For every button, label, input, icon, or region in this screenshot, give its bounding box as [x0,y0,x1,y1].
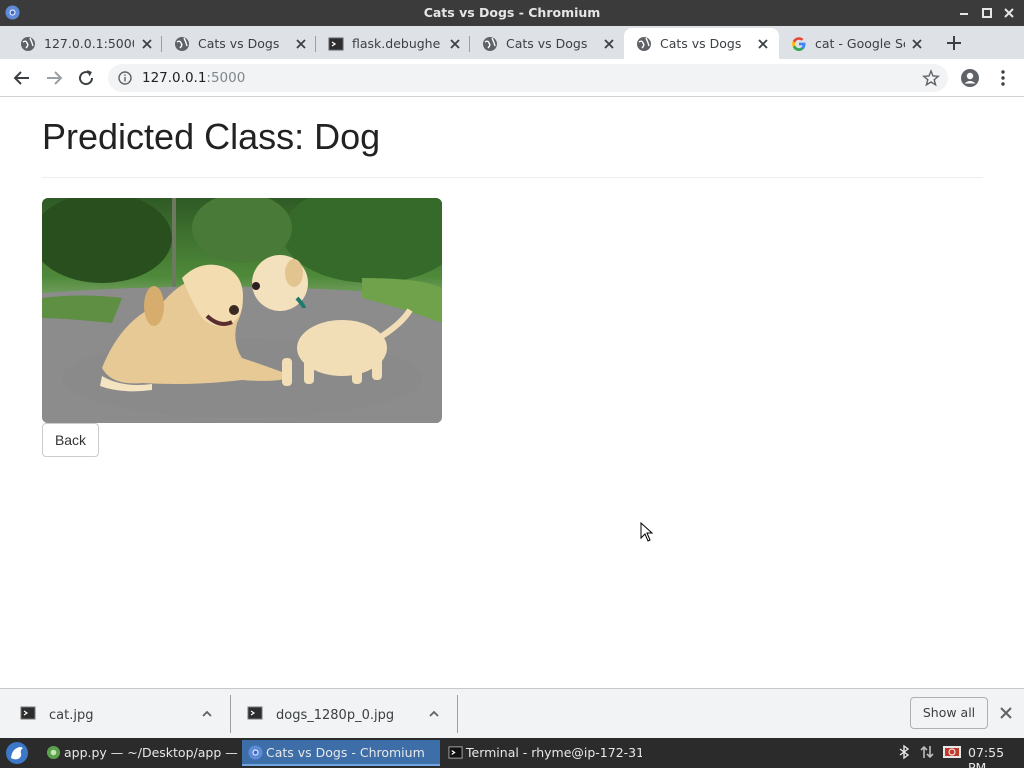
tab[interactable]: flask.debughelp [316,28,470,59]
window-title: Cats vs Dogs - Chromium [423,5,601,20]
globe-icon [637,37,651,51]
battery-icon[interactable] [942,744,962,760]
download-item[interactable]: cat.jpg [0,695,230,733]
taskbar-app-terminal[interactable]: Terminal - rhyme@ip-172-31... [442,740,642,766]
mouse-pointer-icon [640,522,654,542]
url-text: 127.0.0.1:5000 [142,70,245,86]
taskbar-clock: 07:55 PM [968,745,1005,768]
forward-arrow-icon[interactable] [44,68,64,88]
bluetooth-icon[interactable] [896,744,912,760]
taskbar-task-label: app.py — ~/Desktop/app — ... [64,745,240,760]
globe-icon [175,37,189,51]
tab-active[interactable]: Cats vs Dogs [624,28,779,59]
tab-label: Cats vs Dogs [198,36,280,51]
bookmark-star-icon[interactable] [922,69,940,87]
terminal-icon [328,37,344,51]
tab-label: 127.0.0.1:5000 [44,36,134,51]
window-titlebar: Cats vs Dogs - Chromium [0,0,1024,26]
taskbar-task-label: Cats vs Dogs - Chromium [266,745,425,760]
dog-photo [42,198,442,423]
tab-label: flask.debughelp [352,36,440,51]
url-host: 127.0.0.1 [142,70,207,86]
tab[interactable]: Cats vs Dogs [470,28,624,59]
tab-label: Cats vs Dogs [506,36,588,51]
download-shelf: cat.jpg dogs_1280p_0.jpg Show all [0,688,1024,738]
tab-label: Cats vs Dogs [660,36,742,51]
terminal-icon [448,746,463,759]
tab[interactable]: cat - Google Sea [779,28,933,59]
show-all-button[interactable]: Show all [910,697,988,729]
profile-avatar-icon[interactable] [960,68,980,88]
dog-photo-illustration [42,198,442,423]
download-item[interactable]: dogs_1280p_0.jpg [227,695,457,733]
chevron-up-icon[interactable] [427,707,441,721]
tab-close-icon[interactable] [602,37,616,51]
image-file-icon [20,706,36,720]
back-arrow-icon[interactable] [12,68,32,88]
start-menu-icon[interactable] [5,741,29,765]
os-taskbar: app.py — ~/Desktop/app — ... Cats vs Dog… [0,738,1024,768]
taskbar-app-chromium[interactable]: Cats vs Dogs - Chromium [242,740,440,766]
chromium-icon [248,745,263,760]
chevron-up-icon[interactable] [200,707,214,721]
tab-label: cat - Google Sea [815,36,905,51]
download-filename: dogs_1280p_0.jpg [276,708,395,723]
network-icon[interactable] [919,744,935,760]
minimize-icon[interactable] [955,4,973,22]
maximize-icon[interactable] [978,4,996,22]
url-port: :5000 [206,70,246,86]
tab-close-icon[interactable] [448,37,462,51]
browser-toolbar: 127.0.0.1:5000 [0,59,1024,97]
tab-close-icon[interactable] [294,37,308,51]
tab-close-icon[interactable] [140,37,154,51]
close-window-icon[interactable] [1000,4,1018,22]
tab[interactable]: 127.0.0.1:5000 [8,28,162,59]
download-filename: cat.jpg [49,708,94,723]
tab-close-icon[interactable] [756,37,770,51]
tab[interactable]: Cats vs Dogs [162,28,316,59]
globe-icon [483,37,497,51]
image-file-icon [247,706,263,720]
download-separator [457,695,458,733]
taskbar-app-editor[interactable]: app.py — ~/Desktop/app — ... [40,740,240,766]
tab-strip: 127.0.0.1:5000 Cats vs Dogs flask.debugh… [0,26,1024,59]
prediction-heading: Predicted Class: Dog [42,116,381,157]
taskbar-task-label: Terminal - rhyme@ip-172-31... [466,745,642,760]
kebab-menu-icon[interactable] [993,68,1013,88]
google-icon [792,37,806,51]
editor-app-icon [46,745,61,760]
reload-icon[interactable] [76,68,96,88]
tab-close-icon[interactable] [910,37,924,51]
close-icon[interactable] [998,705,1014,721]
divider [42,177,983,178]
back-button[interactable]: Back [42,423,99,457]
address-bar[interactable]: 127.0.0.1:5000 [108,64,948,92]
page-content: Predicted Class: Dog Back [0,98,1024,688]
info-icon[interactable] [118,71,132,85]
new-tab-icon[interactable] [945,34,963,52]
globe-icon [21,37,35,51]
